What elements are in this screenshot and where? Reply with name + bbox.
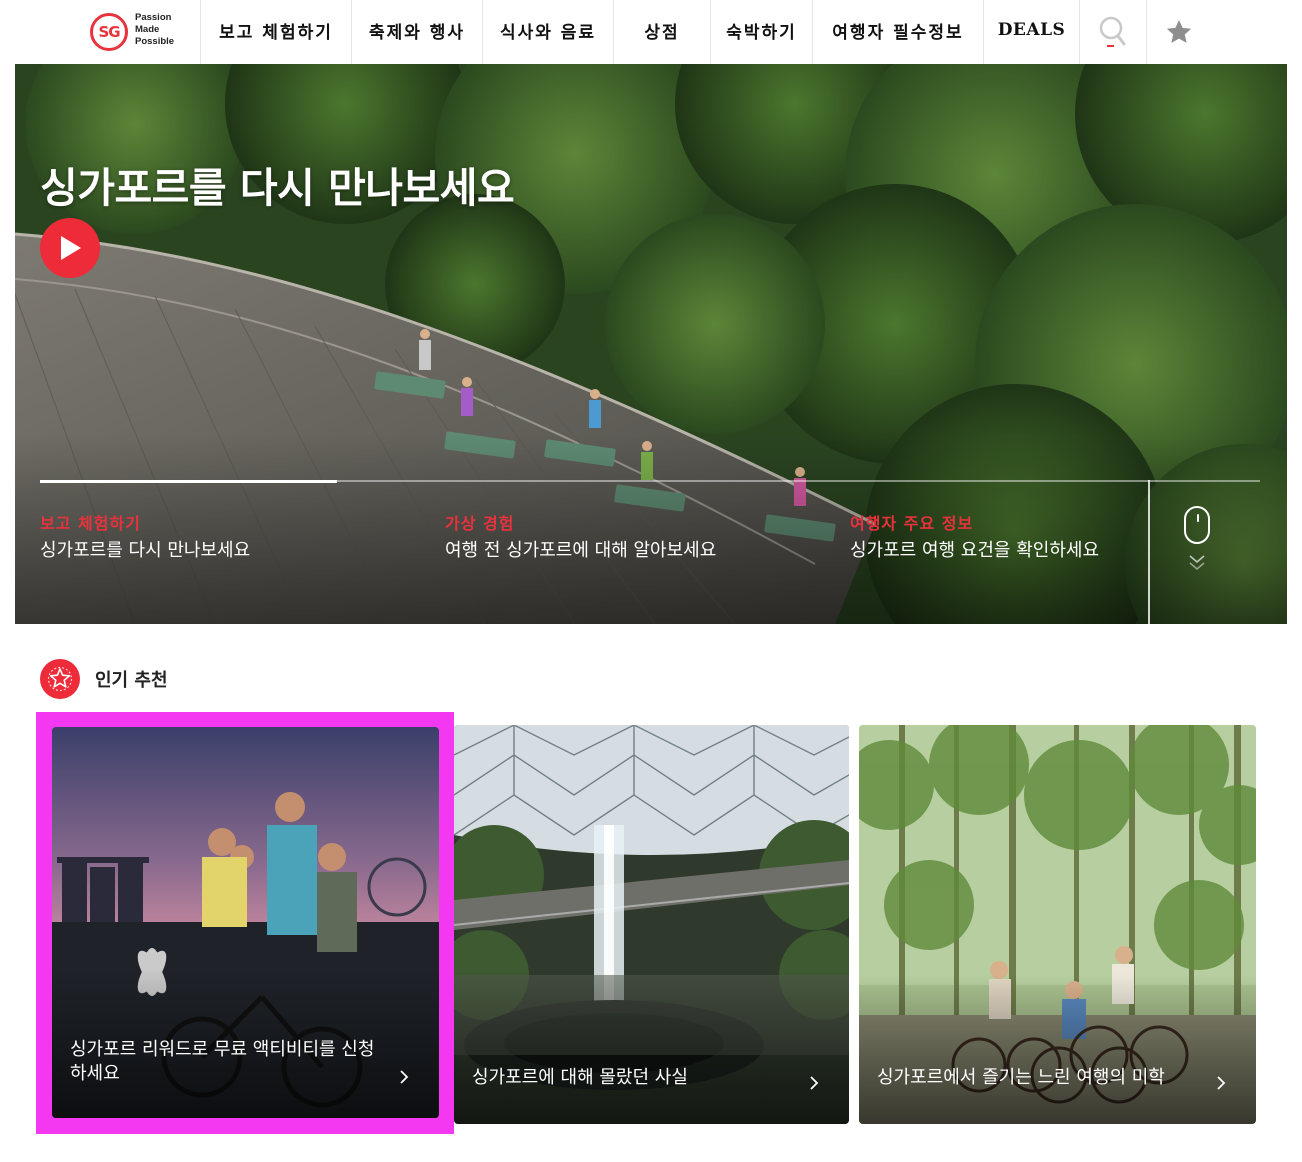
chevron-down-icon [1189, 555, 1205, 571]
nav-item-festivals[interactable]: 축제와 행사 [351, 0, 482, 64]
card-gradient-overlay [454, 974, 849, 1124]
recommend-card-slow-travel[interactable]: 싱가포르에서 즐기는 느린 여행의 미학 [859, 725, 1256, 1124]
slide-caption: 싱가포르를 다시 만나보세요 [40, 540, 251, 561]
card-gradient-overlay [859, 974, 1256, 1124]
recommend-card-rewards[interactable]: 싱가포르 리워드로 무료 액티비티를 신청하세요 [52, 727, 439, 1118]
search-button[interactable] [1079, 0, 1146, 64]
card-title: 싱가포르 리워드로 무료 액티비티를 신청하세요 [70, 1039, 375, 1084]
nav-item-stay[interactable]: 숙박하기 [710, 0, 812, 64]
star-badge-icon [40, 659, 80, 699]
play-icon [61, 236, 81, 260]
slide-tab-virtual[interactable]: 가상 경험 여행 전 싱가포르에 대해 알아보세요 [445, 510, 825, 562]
search-icon [1099, 16, 1126, 47]
top-navigation: SG Passion Made Possible 보고 체험하기 축제와 행사 … [15, 0, 1287, 64]
hero-title: 싱가포르를 다시 만나보세요 [40, 164, 515, 212]
star-icon [1166, 20, 1192, 43]
nav-item-traveller-essentials[interactable]: 여행자 필수정보 [812, 0, 983, 64]
nav-item-food-drink[interactable]: 식사와 음료 [482, 0, 613, 64]
nav-item-shops[interactable]: 상점 [613, 0, 710, 64]
site-logo[interactable]: SG Passion Made Possible [15, 0, 200, 64]
slide-caption: 싱가포르 여행 요건을 확인하세요 [850, 540, 1100, 561]
recommend-card-facts[interactable]: 싱가포르에 대해 몰랐던 사실 [454, 725, 849, 1124]
sg-logo-mark: SG [90, 13, 128, 51]
mouse-scroll-icon[interactable] [1184, 506, 1210, 544]
chevron-right-icon [810, 1076, 819, 1090]
chevron-right-icon [1217, 1076, 1226, 1090]
favorites-button[interactable] [1146, 0, 1211, 64]
slide-progress-active [40, 480, 337, 483]
chevron-right-icon [400, 1070, 409, 1084]
nav-item-deals[interactable]: DEALS [983, 0, 1079, 64]
play-video-button[interactable] [40, 218, 100, 278]
hero-banner: 싱가포르를 다시 만나보세요 보고 체험하기 싱가포르를 다시 만나보세요 가상… [15, 64, 1287, 624]
nav-item-see-do[interactable]: 보고 체험하기 [200, 0, 351, 64]
popular-section-title: 인기 추천 [95, 670, 168, 691]
slide-tab-see-do[interactable]: 보고 체험하기 싱가포르를 다시 만나보세요 [40, 510, 420, 562]
slide-tab-traveller-info[interactable]: 여행자 주요 정보 싱가포르 여행 요건을 확인하세요 [850, 510, 1230, 562]
card-title: 싱가포르에서 즐기는 느린 여행의 미학 [877, 1067, 1165, 1088]
popular-section-header: 인기 추천 [40, 659, 168, 699]
logo-tagline: Passion Made Possible [135, 12, 175, 47]
slide-category: 여행자 주요 정보 [850, 514, 974, 533]
slide-category: 보고 체험하기 [40, 514, 141, 533]
slide-category: 가상 경험 [445, 514, 515, 533]
card-title: 싱가포르에 대해 몰랐던 사실 [472, 1067, 688, 1088]
slide-caption: 여행 전 싱가포르에 대해 알아보세요 [445, 540, 717, 561]
